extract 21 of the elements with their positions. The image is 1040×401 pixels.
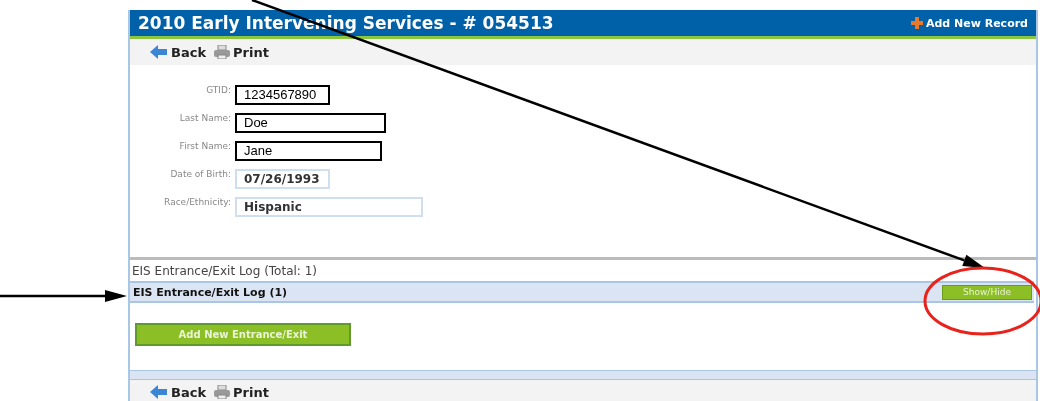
input-field[interactable]: Doe (235, 112, 386, 133)
field-label: Last Name: (178, 112, 231, 123)
field-label: Race/Ethnicity: (163, 196, 231, 207)
input-field[interactable]: 07/26/1993 (235, 168, 330, 189)
input-field[interactable]: 1234567890 (235, 84, 330, 105)
section-title: EIS Entrance/Exit Log (1) (133, 285, 288, 299)
field-label: First Name: (178, 140, 231, 151)
printer-icon (214, 45, 231, 60)
log-total-label: EIS Entrance/Exit Log (Total: 1) (131, 263, 319, 281)
left-arrow-icon (150, 385, 168, 400)
print-button[interactable]: Print (214, 44, 269, 60)
left-arrow-icon (150, 45, 168, 60)
print-button[interactable]: Print (214, 384, 269, 400)
plus-icon (910, 17, 923, 30)
input-field[interactable]: Jane (235, 140, 382, 161)
add-record-button[interactable]: Add New Record (910, 16, 1028, 30)
input-field[interactable]: Hispanic (235, 196, 423, 217)
back-button[interactable]: Back (150, 384, 207, 400)
field-label: Date of Birth: (169, 168, 231, 179)
field-label: GTID: (205, 84, 231, 95)
back-button[interactable]: Back (150, 44, 207, 60)
